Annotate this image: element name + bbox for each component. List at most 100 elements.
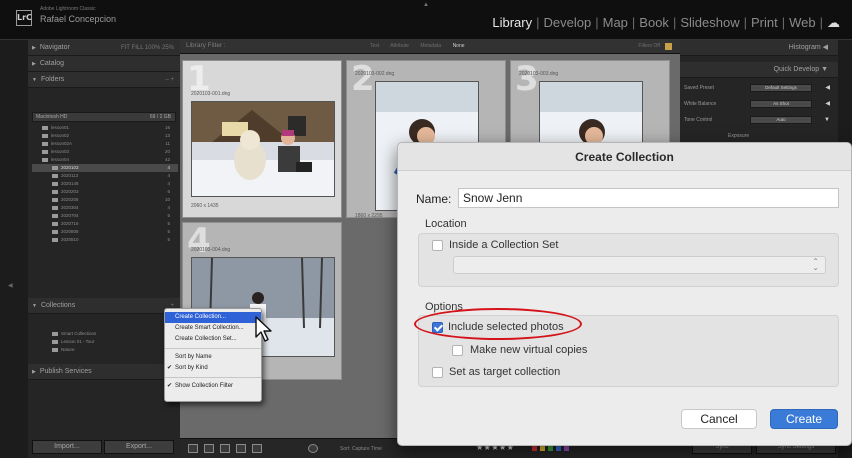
custom-filter-select[interactable]: Filters Off bbox=[638, 43, 660, 49]
folder-icon bbox=[52, 197, 58, 202]
grid-view-icon[interactable] bbox=[188, 444, 198, 453]
menu-separator bbox=[165, 348, 261, 349]
color-label-red[interactable] bbox=[532, 446, 537, 451]
module-book[interactable]: Book bbox=[639, 15, 669, 30]
inside-collection-set-label[interactable]: Inside a Collection Set bbox=[449, 239, 558, 251]
make-virtual-copies-checkbox[interactable] bbox=[452, 345, 463, 356]
module-web[interactable]: Web bbox=[789, 15, 816, 30]
color-label-yellow[interactable] bbox=[540, 446, 545, 451]
volume-bar[interactable]: Macintosh HD 69 / 2 GB bbox=[32, 112, 176, 122]
inside-collection-set-checkbox[interactable] bbox=[432, 240, 443, 251]
folder-row[interactable]: lesson01 16 bbox=[32, 124, 178, 132]
folder-row[interactable]: 2020810 5 bbox=[32, 236, 178, 244]
module-library[interactable]: Library bbox=[492, 15, 532, 30]
left-panel-edge[interactable]: ◀ bbox=[0, 40, 28, 458]
folder-name: 2020704 bbox=[61, 213, 79, 218]
set-target-collection-label[interactable]: Set as target collection bbox=[449, 366, 560, 378]
loupe-view-icon[interactable] bbox=[204, 444, 214, 453]
menu-create-collection[interactable]: Create Collection... bbox=[165, 312, 261, 323]
filter-tab-metadata[interactable]: Metadata bbox=[420, 43, 441, 49]
module-list: Library | Develop | Map | Book | Slideshow | Print… bbox=[492, 15, 840, 31]
auto-tone-button[interactable]: Auto bbox=[750, 116, 812, 124]
menu-sort-by-name[interactable]: Sort by Name bbox=[165, 352, 261, 363]
color-label-purple[interactable] bbox=[564, 446, 569, 451]
folder-row[interactable]: 2020148 4 bbox=[32, 180, 178, 188]
folder-row[interactable]: lesson04 42 bbox=[32, 156, 178, 164]
folder-row[interactable]: 2020808 5 bbox=[32, 228, 178, 236]
folder-row[interactable]: 2020103 4 bbox=[32, 164, 178, 172]
grid-cell[interactable]: 1 2020103-001.dng 2060 x 1435 bbox=[182, 59, 342, 218]
folder-row[interactable]: 2020203 6 bbox=[32, 188, 178, 196]
module-develop[interactable]: Develop bbox=[544, 15, 592, 30]
collections-header[interactable]: ▼ Collections + bbox=[28, 298, 180, 314]
filter-tab-attribute[interactable]: Attribute bbox=[390, 43, 409, 49]
navigator-header[interactable]: ▶ Navigator FIT FILL 100% 25% bbox=[28, 40, 180, 56]
painter-icon[interactable] bbox=[308, 444, 318, 453]
histogram-header[interactable]: Histogram ◀ bbox=[680, 40, 838, 56]
folder-name: 2020808 bbox=[61, 229, 79, 234]
dialog-titlebar[interactable]: Create Collection bbox=[398, 143, 851, 171]
collection-row[interactable]: Smart Collections bbox=[32, 330, 178, 338]
cell-index: 4 bbox=[187, 221, 211, 261]
survey-view-icon[interactable] bbox=[236, 444, 246, 453]
set-target-collection-checkbox[interactable] bbox=[432, 367, 443, 378]
cloud-icon[interactable]: ☁ bbox=[827, 15, 840, 31]
people-view-icon[interactable] bbox=[252, 444, 262, 453]
catalog-header[interactable]: ▶ Catalog bbox=[28, 56, 180, 72]
publish-services-header[interactable]: ▶ Publish Services bbox=[28, 364, 180, 380]
expand-icon[interactable]: ◀ bbox=[825, 82, 830, 94]
filter-lock-icon[interactable] bbox=[665, 43, 672, 50]
folder-name: 2020206 bbox=[61, 197, 79, 202]
white-balance-select[interactable]: As Shot bbox=[750, 100, 812, 108]
exposure-row[interactable]: Exposure bbox=[684, 130, 834, 142]
collapse-left-icon[interactable]: ◀ bbox=[8, 282, 13, 289]
navigator-zoom-options[interactable]: FIT FILL 100% 25% bbox=[121, 40, 174, 56]
menu-show-collection-filter[interactable]: ✔ Show Collection Filter bbox=[165, 381, 261, 392]
filter-tab-none[interactable]: None bbox=[453, 43, 465, 49]
quick-develop-header[interactable]: Quick Develop ▼ bbox=[680, 62, 838, 78]
saved-preset-select[interactable]: Default Settings bbox=[750, 84, 812, 92]
expand-icon[interactable]: ◀ bbox=[825, 98, 830, 110]
folder-row[interactable]: 2020206 10 bbox=[32, 196, 178, 204]
folder-row[interactable]: lesson03 20 bbox=[32, 148, 178, 156]
folder-count: 4 bbox=[167, 181, 170, 186]
folder-name: 2020203 bbox=[61, 189, 79, 194]
module-print[interactable]: Print bbox=[751, 15, 778, 30]
folder-name: 2020716 bbox=[61, 221, 79, 226]
folder-row[interactable]: 2020716 5 bbox=[32, 220, 178, 228]
menu-create-collection-set[interactable]: Create Collection Set... bbox=[165, 334, 261, 345]
folder-row[interactable]: lesson02 13 bbox=[32, 132, 178, 140]
sort-order[interactable]: Sort: Capture Time bbox=[340, 446, 382, 452]
module-map[interactable]: Map bbox=[603, 15, 628, 30]
folder-count: 5 bbox=[167, 221, 170, 226]
collection-set-select[interactable]: ⌃ ⌄ bbox=[453, 256, 826, 274]
folders-add-remove[interactable]: – + bbox=[165, 72, 174, 88]
collection-row[interactable]: Lesson 01 - Tour bbox=[32, 338, 178, 346]
import-button[interactable]: Import... bbox=[32, 440, 102, 454]
collection-row[interactable]: Nature bbox=[32, 346, 178, 354]
color-label-green[interactable] bbox=[548, 446, 553, 451]
filter-tabs: Text Attribute Metadata None bbox=[370, 43, 475, 49]
export-button[interactable]: Export... bbox=[104, 440, 174, 454]
folder-row[interactable]: lesson02A 11 bbox=[32, 140, 178, 148]
menu-sort-by-kind[interactable]: ✔ Sort by Kind bbox=[165, 363, 261, 374]
folder-row[interactable]: 2020113 4 bbox=[32, 172, 178, 180]
select-arrows-icon: ⌃ ⌄ bbox=[812, 257, 819, 272]
folder-row[interactable]: 2020704 5 bbox=[32, 212, 178, 220]
filter-tab-text[interactable]: Text bbox=[370, 43, 379, 49]
photo-image bbox=[192, 102, 334, 196]
color-label-blue[interactable] bbox=[556, 446, 561, 451]
make-virtual-copies-label[interactable]: Make new virtual copies bbox=[470, 344, 587, 356]
lrc-logo-icon: LrC bbox=[16, 10, 32, 26]
thumbnail-dog-snow[interactable] bbox=[191, 101, 335, 197]
create-button[interactable]: Create bbox=[770, 409, 838, 429]
compare-view-icon[interactable] bbox=[220, 444, 230, 453]
folders-header[interactable]: ▼ Folders – + bbox=[28, 72, 180, 88]
cancel-button[interactable]: Cancel bbox=[681, 409, 757, 429]
collapse-top-panel-icon[interactable]: ▲ bbox=[423, 2, 429, 8]
folder-row[interactable]: 2020304 4 bbox=[32, 204, 178, 212]
module-slideshow[interactable]: Slideshow bbox=[680, 15, 739, 30]
menu-create-smart-collection[interactable]: Create Smart Collection... bbox=[165, 323, 261, 334]
expand-icon[interactable]: ▼ bbox=[824, 114, 830, 126]
collection-name-input[interactable]: Snow Jenn bbox=[458, 188, 839, 208]
